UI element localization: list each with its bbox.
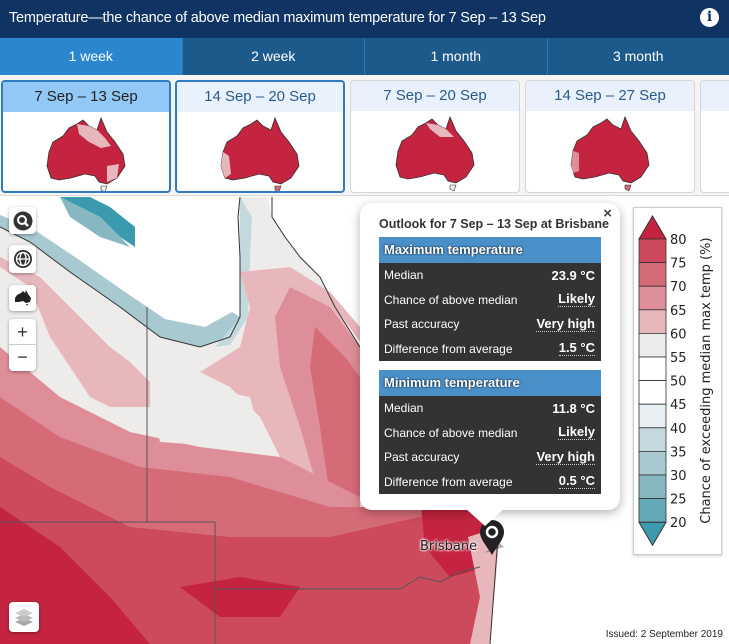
row-value-link[interactable]: 1.5 °C (558, 341, 595, 357)
legend-swatch (638, 450, 667, 476)
brisbane-label: Brisbane (420, 539, 478, 554)
thumbnail-14-20-sep[interactable]: 14 Sep – 20 Sep (175, 80, 345, 193)
tab-1-week[interactable]: 1 week (0, 38, 183, 75)
location-popup: × Outlook for 7 Sep – 13 Sep at Brisbane… (360, 203, 620, 526)
row-value-link[interactable]: Very high (536, 316, 595, 332)
zoom-out-button[interactable]: − (9, 345, 36, 371)
legend-swatch (638, 427, 667, 452)
legend-swatch (638, 380, 667, 405)
legend-colorbar: 80 75 70 65 60 55 50 45 40 35 30 25 20 Chance of exce… (638, 215, 714, 547)
thumbnail-7-20-sep[interactable]: 7 Sep – 20 Sep (350, 80, 520, 193)
table-row: Past accuracy Very high (379, 312, 601, 337)
layers-icon (15, 609, 33, 626)
legend-arrow-top (638, 215, 667, 240)
row-label: Median (384, 268, 424, 283)
australia-map-thumbnail (46, 116, 126, 191)
zoom-control: + − (9, 319, 36, 371)
table-row: Chance of above median Likely (379, 421, 601, 446)
row-label: Chance of above median (384, 425, 518, 440)
globe-button[interactable] (9, 245, 36, 273)
australia-map-thumbnail (570, 115, 650, 192)
header-bar: Temperature—the chance of above median m… (0, 0, 729, 38)
legend-tick-label: 20 (670, 516, 687, 531)
table-row: Median 11.8 °C (379, 396, 601, 421)
legend-swatch (638, 285, 667, 311)
min-temp-section: Minimum temperature Median 11.8 °C Chance… (379, 370, 601, 494)
zoom-in-button[interactable]: + (9, 319, 36, 345)
legend-tick-label: 75 (670, 257, 687, 272)
row-value-link[interactable]: Likely (558, 425, 595, 441)
thumbnail-label: 14 Sep – 20 Sep (177, 82, 343, 112)
legend-swatch (638, 498, 667, 523)
layers-button[interactable] (9, 602, 39, 632)
thumbnail-label: 14 Sep – 27 Sep (526, 81, 694, 111)
thumbnail-label: 7 Sep – 20 Sep (351, 81, 519, 111)
row-value: 23.9 °C (551, 267, 595, 283)
row-label: Past accuracy (384, 317, 460, 332)
legend-swatch (638, 238, 667, 264)
page-title: Temperature—the chance of above median m… (9, 10, 546, 26)
row-value-link[interactable]: 0.5 °C (558, 474, 595, 490)
info-icon[interactable]: i (700, 8, 719, 27)
legend-tick-label: 35 (670, 445, 687, 460)
row-label: Difference from average (384, 474, 513, 489)
period-tabs: 1 week 2 week 1 month 3 month (0, 38, 729, 75)
australia-map-thumbnail (220, 116, 300, 191)
thumbnail-partial[interactable] (700, 80, 729, 193)
search-icon (13, 211, 32, 230)
table-row: Difference from average 0.5 °C (379, 470, 601, 495)
issued-date: Issued: 2 September 2019 (605, 629, 723, 640)
table-row: Difference from average 1.5 °C (379, 337, 601, 362)
popup-pointer (465, 508, 505, 526)
legend-swatch (638, 262, 667, 287)
row-value-link[interactable]: Very high (536, 449, 595, 465)
thumbnail-label: 7 Sep – 13 Sep (3, 82, 169, 112)
legend-tick-label: 60 (670, 327, 687, 342)
australia-button[interactable] (9, 285, 36, 311)
legend-swatch (638, 333, 667, 358)
legend-swatch (638, 474, 667, 500)
legend-title: Chance of exceeding median max temp (%) (699, 237, 714, 523)
table-row: Median 23.9 °C (379, 263, 601, 288)
thumbnail-7-13-sep[interactable]: 7 Sep – 13 Sep (1, 80, 171, 193)
popup-title: Outlook for 7 Sep – 13 Sep at Brisbane (379, 217, 609, 231)
table-row: Past accuracy Very high (379, 445, 601, 470)
tab-2-week[interactable]: 2 week (183, 38, 365, 75)
legend-tick-label: 80 (670, 233, 687, 248)
legend-tick-label: 45 (670, 398, 687, 413)
legend-swatch (638, 356, 667, 382)
tab-1-month[interactable]: 1 month (365, 38, 548, 75)
row-label: Chance of above median (384, 292, 518, 307)
legend-tick-label: 65 (670, 304, 687, 319)
thumbnail-14-27-sep[interactable]: 14 Sep – 27 Sep (525, 80, 695, 193)
table-row: Chance of above median Likely (379, 288, 601, 313)
australia-icon (14, 290, 31, 306)
section-heading: Maximum temperature (379, 237, 601, 263)
legend-swatch (638, 309, 667, 334)
thumbnail-strip: 7 Sep – 13 Sep 14 Sep – 20 Sep 7 Sep – 2… (0, 75, 729, 196)
tab-3-month[interactable]: 3 month (548, 38, 729, 75)
section-heading: Minimum temperature (379, 370, 601, 396)
legend-tick-label: 40 (670, 422, 687, 437)
australia-map-thumbnail (395, 115, 475, 192)
row-value: 11.8 °C (552, 400, 595, 416)
search-button[interactable] (9, 207, 36, 234)
max-temp-section: Maximum temperature Median 23.9 °C Chance… (379, 237, 601, 361)
row-label: Median (384, 401, 424, 416)
legend-swatch (638, 403, 667, 429)
row-value-link[interactable]: Likely (558, 292, 595, 308)
row-label: Past accuracy (384, 450, 460, 465)
legend-tick-label: 55 (670, 351, 687, 366)
legend-tick-label: 70 (670, 280, 687, 295)
legend-tick-label: 25 (670, 493, 687, 508)
row-label: Difference from average (384, 341, 513, 356)
globe-icon (13, 250, 32, 268)
legend-tick-label: 50 (670, 375, 687, 390)
color-legend: 80 75 70 65 60 55 50 45 40 35 30 25 20 Chance of exce… (633, 207, 722, 555)
legend-tick-label: 30 (670, 469, 687, 484)
legend-arrow-bottom (638, 521, 667, 547)
